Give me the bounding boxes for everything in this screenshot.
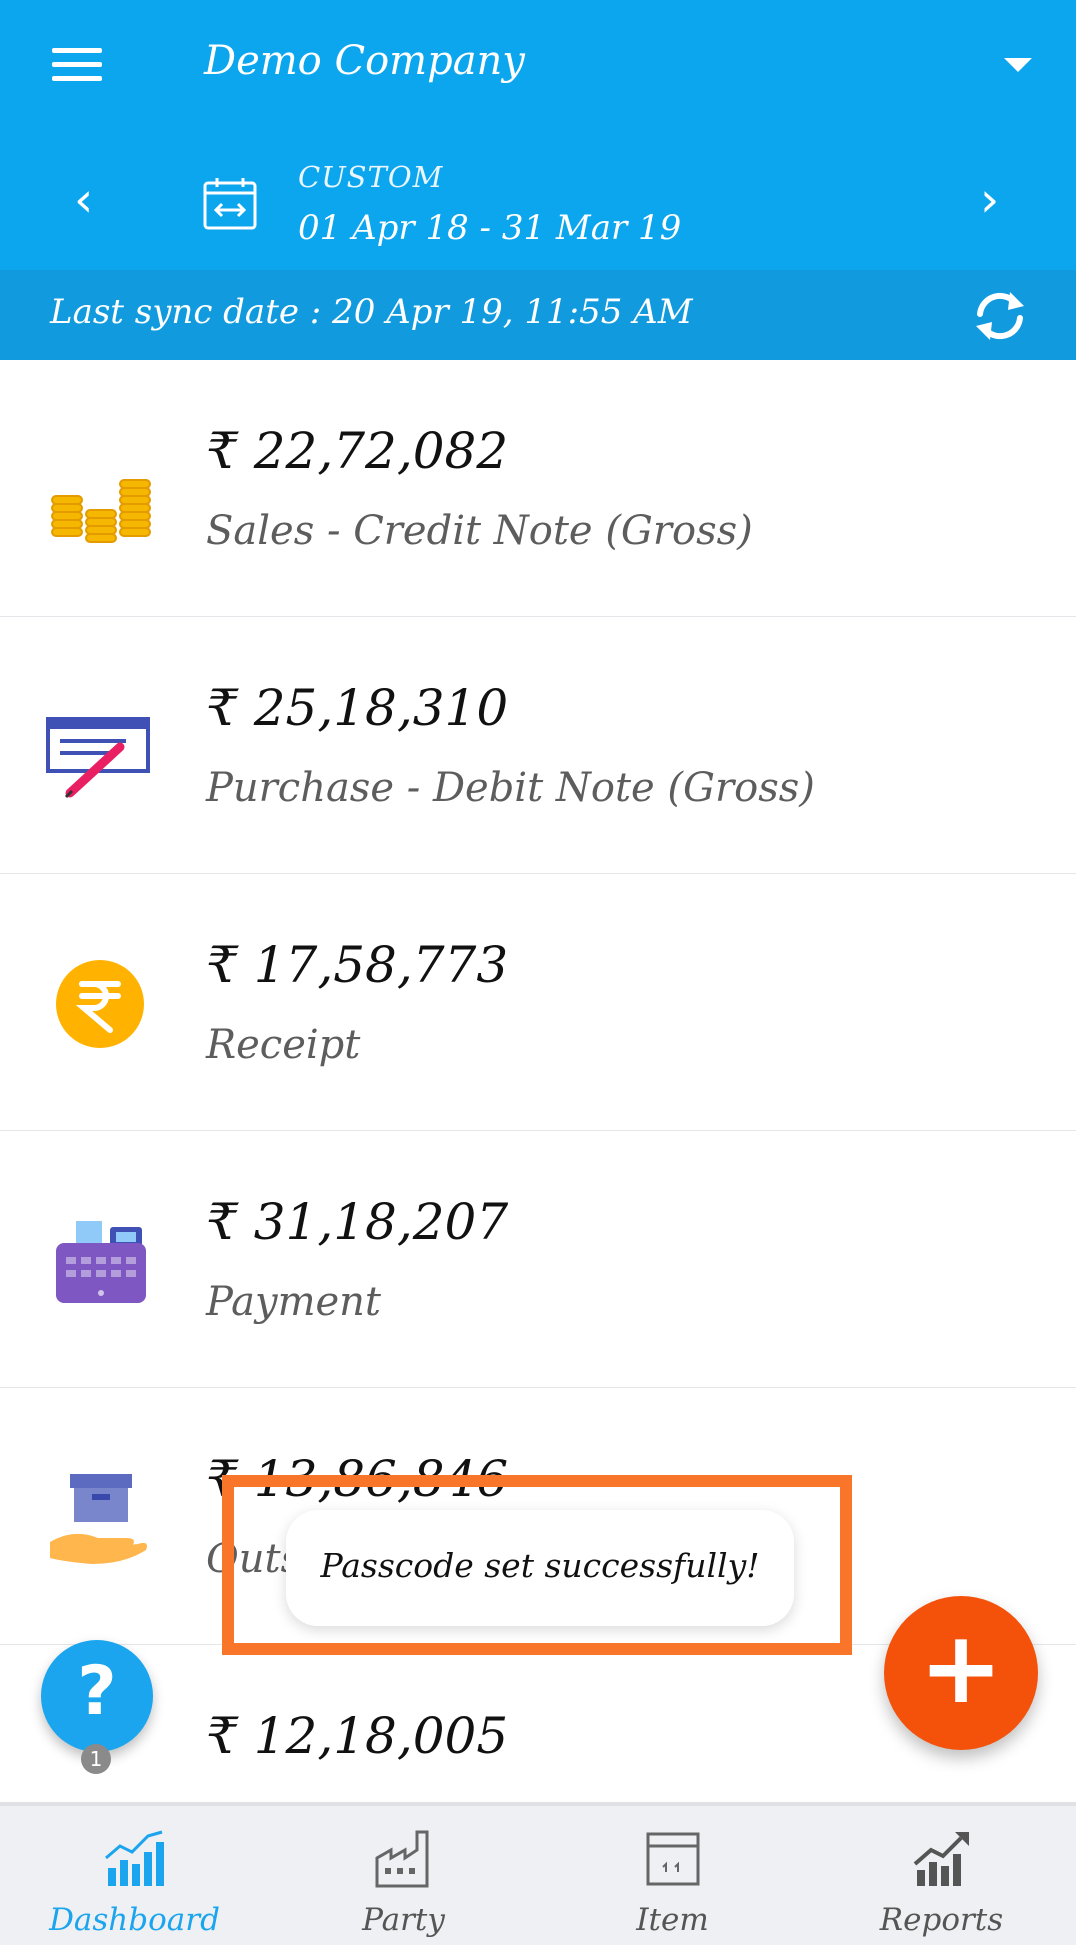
period-range[interactable]: 01 Apr 18 - 31 Mar 19 <box>298 208 681 248</box>
purchase-amount: ₹ 25,18,310 <box>206 679 509 737</box>
toast-text: Passcode set successfully! <box>320 1546 760 1585</box>
box-on-hand-icon <box>50 1474 147 1564</box>
bottom-navigation: Dashboard Party Item Reports <box>0 1802 1076 1945</box>
coins-stack-icon <box>51 479 151 543</box>
tab-party-label: Party <box>362 1902 445 1938</box>
purchase-label: Purchase - Debit Note (Gross) <box>206 765 815 811</box>
next-amount: ₹ 12,18,005 <box>206 1707 509 1765</box>
sales-label: Sales - Credit Note (Gross) <box>206 508 753 554</box>
tab-reports[interactable]: Reports <box>807 1806 1076 1945</box>
sync-icon[interactable] <box>970 288 1030 344</box>
next-period-button[interactable]: › <box>980 176 999 224</box>
box-icon <box>646 1832 700 1886</box>
payment-label: Payment <box>206 1279 381 1325</box>
tab-item-label: Item <box>636 1902 709 1938</box>
menu-icon-bar <box>52 48 102 53</box>
list-item-sales[interactable]: ₹ 22,72,082 Sales - Credit Note (Gross) <box>0 360 1076 617</box>
app-header: Demo Company ‹ CUSTOM 01 Apr 18 - 31 Mar… <box>0 0 1076 270</box>
sync-bar: Last sync date : 20 Apr 19, 11:55 AM <box>0 270 1076 360</box>
rupee-coin-icon <box>56 960 144 1048</box>
plus-icon: + <box>919 1609 1003 1726</box>
dashboard-chart-icon <box>105 1830 164 1886</box>
menu-icon-bar <box>52 76 102 81</box>
payment-amount: ₹ 31,18,207 <box>206 1193 509 1251</box>
tab-dashboard[interactable]: Dashboard <box>0 1806 269 1945</box>
cash-register-icon <box>56 1221 146 1303</box>
company-name[interactable]: Demo Company <box>204 38 525 84</box>
company-dropdown-icon[interactable] <box>1004 58 1032 72</box>
calendar-range-icon[interactable] <box>202 176 258 232</box>
list-item-receipt[interactable]: ₹ 17,58,773 Receipt <box>0 874 1076 1131</box>
cheque-pen-icon <box>46 717 150 799</box>
tab-item[interactable]: Item <box>538 1806 807 1945</box>
factory-icon <box>375 1830 429 1888</box>
previous-period-button[interactable]: ‹ <box>74 176 93 224</box>
receipt-label: Receipt <box>206 1022 361 1068</box>
menu-button[interactable] <box>44 44 110 84</box>
tab-dashboard-label: Dashboard <box>49 1902 220 1938</box>
help-badge: 1 <box>81 1744 111 1774</box>
help-button[interactable]: ? <box>41 1640 153 1752</box>
add-button[interactable]: + <box>884 1596 1038 1750</box>
tab-party[interactable]: Party <box>269 1806 538 1945</box>
list-item-payment[interactable]: ₹ 31,18,207 Payment <box>0 1131 1076 1388</box>
receipt-amount: ₹ 17,58,773 <box>206 936 509 994</box>
period-type-label[interactable]: CUSTOM <box>298 160 443 194</box>
reports-chart-icon <box>913 1832 969 1886</box>
tab-reports-label: Reports <box>879 1902 1004 1938</box>
menu-icon-bar <box>52 62 102 67</box>
list-item-purchase[interactable]: ₹ 25,18,310 Purchase - Debit Note (Gross… <box>0 617 1076 874</box>
toast-message: Passcode set successfully! <box>286 1510 794 1626</box>
sales-amount: ₹ 22,72,082 <box>206 422 509 480</box>
last-sync-date: Last sync date : 20 Apr 19, 11:55 AM <box>50 292 693 332</box>
help-question-icon: ? <box>77 1652 117 1731</box>
